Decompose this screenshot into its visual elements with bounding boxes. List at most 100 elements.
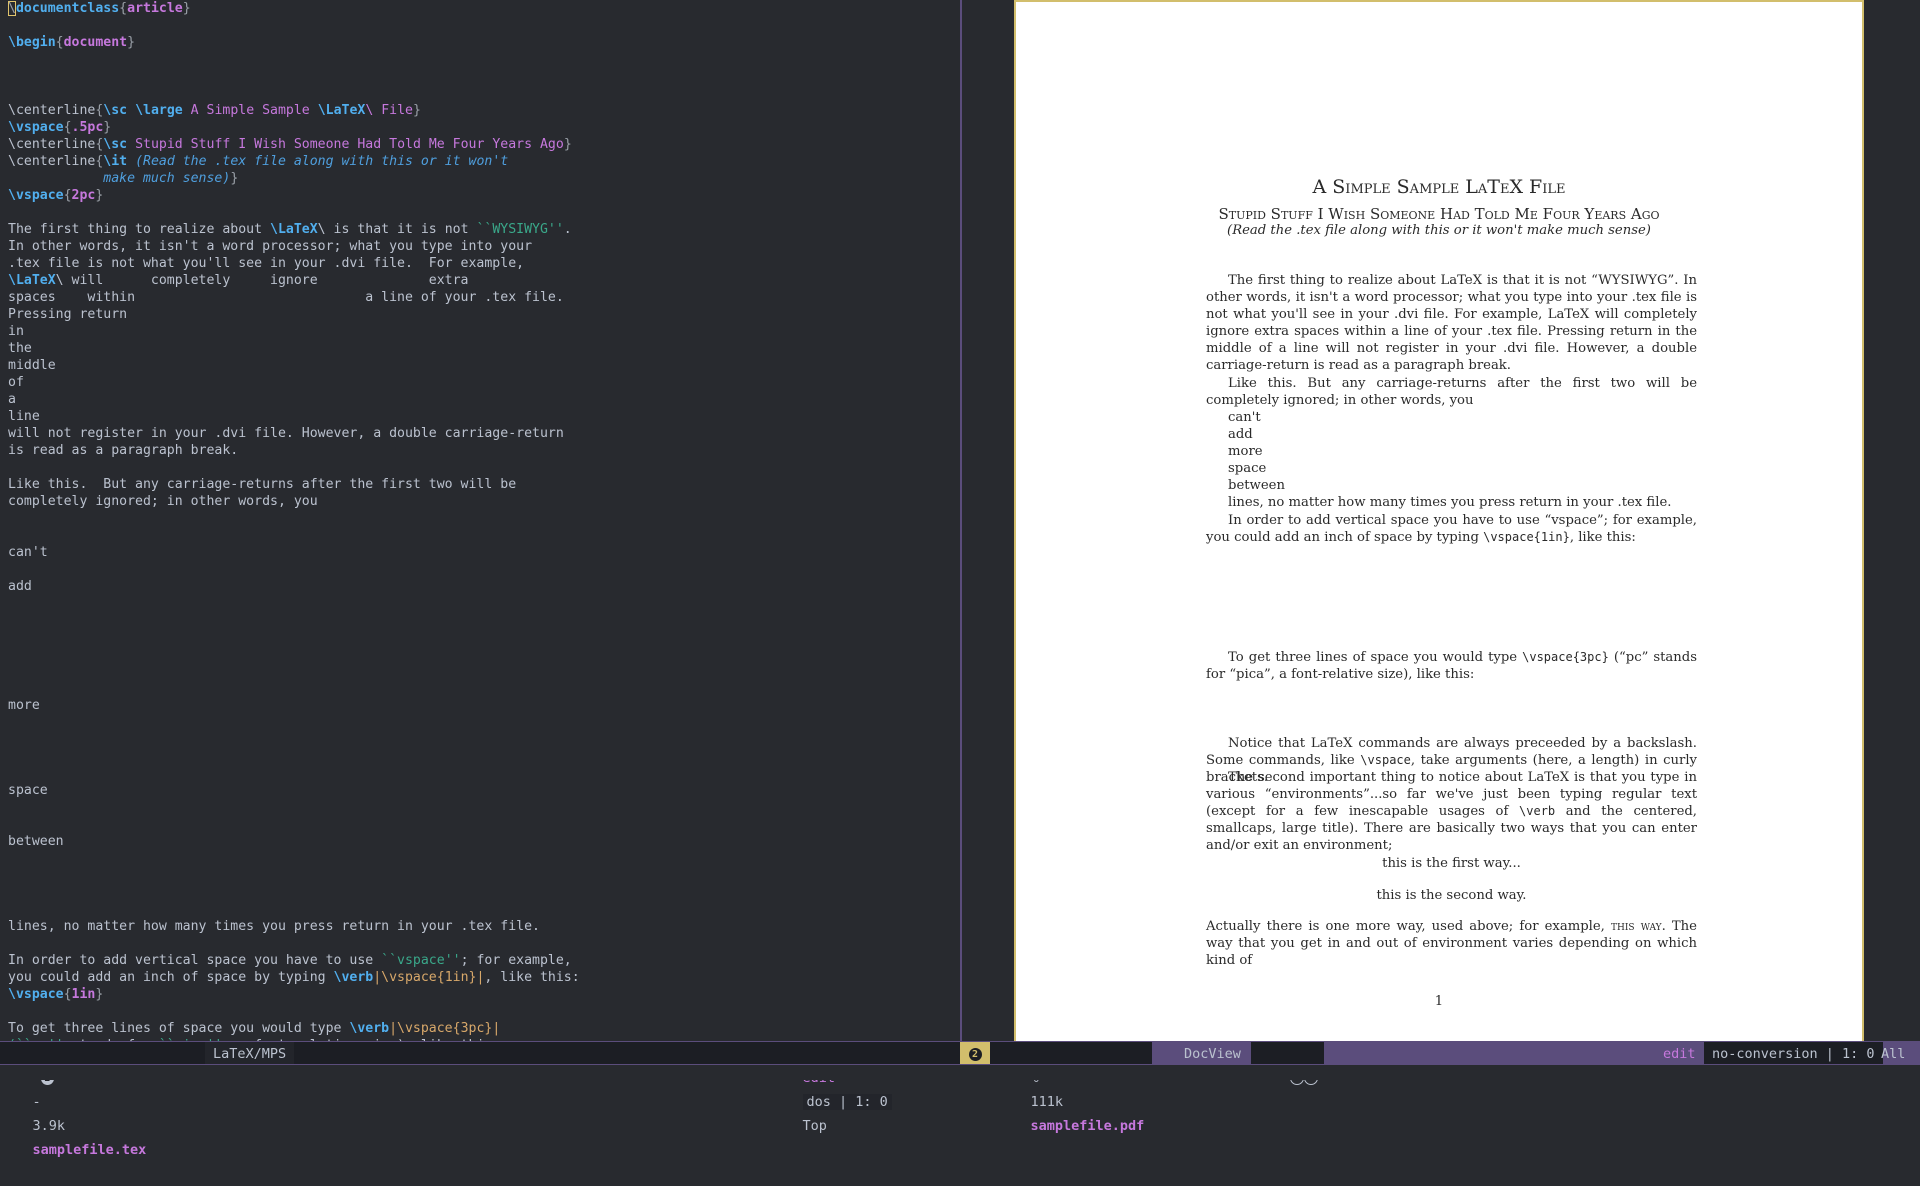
source-line[interactable] xyxy=(8,901,958,918)
buffer-name[interactable]: samplefile.tex xyxy=(33,1142,147,1158)
source-line[interactable] xyxy=(8,17,958,34)
source-line[interactable] xyxy=(8,204,958,221)
source-line[interactable] xyxy=(8,816,958,833)
source-line[interactable] xyxy=(8,646,958,663)
source-line[interactable]: \vspace{2pc} xyxy=(8,187,958,204)
source-line[interactable]: Pressing return xyxy=(8,306,958,323)
source-line[interactable]: To get three lines of space you would ty… xyxy=(8,1020,958,1037)
source-line[interactable]: more xyxy=(8,697,958,714)
text-cursor: \ xyxy=(8,1,16,16)
source-line[interactable]: \centerline{\it (Read the .tex file alon… xyxy=(8,153,958,170)
source-line[interactable]: Like this. But any carriage-returns afte… xyxy=(8,476,958,493)
right-modeline-buffer-info[interactable]: % 111k samplefile.pdf xyxy=(990,1042,1153,1134)
tex-editor-pane[interactable]: \documentclass{article} \begin{document}… xyxy=(0,0,960,1041)
source-line[interactable] xyxy=(8,731,958,748)
source-line[interactable]: \documentclass{article} xyxy=(8,0,958,17)
major-mode[interactable]: LaTeX/MPS xyxy=(205,1042,295,1064)
edit-state[interactable]: edit xyxy=(1663,1042,1696,1064)
token-brace: { xyxy=(63,188,72,203)
source-line[interactable]: in xyxy=(8,323,958,340)
source-line[interactable]: \LaTeX\ will completely ignore extra xyxy=(8,272,958,289)
source-line[interactable]: space xyxy=(8,782,958,799)
modified-indicator: - xyxy=(32,1094,41,1110)
source-line[interactable]: In order to add vertical space you have … xyxy=(8,952,958,969)
source-line[interactable] xyxy=(8,1003,958,1020)
source-line[interactable] xyxy=(8,612,958,629)
source-line[interactable]: \vspace{.5pc} xyxy=(8,119,958,136)
source-line[interactable] xyxy=(8,85,958,102)
source-line[interactable] xyxy=(8,765,958,782)
encoding-position[interactable]: no-conversion | 1: 0 xyxy=(1704,1042,1883,1064)
left-modeline-buffer-info[interactable]: 1 - 3.9k samplefile.tex xyxy=(0,1042,205,1158)
token-plain: in xyxy=(8,324,24,339)
source-line[interactable] xyxy=(8,68,958,85)
source-line[interactable] xyxy=(8,680,958,697)
source-line[interactable]: is read as a paragraph break. xyxy=(8,442,958,459)
source-line[interactable]: In other words, it isn't a word processo… xyxy=(8,238,958,255)
source-line[interactable] xyxy=(8,51,958,68)
source-line[interactable]: middle xyxy=(8,357,958,374)
source-line[interactable] xyxy=(8,799,958,816)
source-line[interactable] xyxy=(8,748,958,765)
source-line[interactable] xyxy=(8,510,958,527)
source-line[interactable]: you could add an inch of space by typing… xyxy=(8,969,958,986)
token-cmd: \LaTeX xyxy=(317,103,366,118)
source-line[interactable] xyxy=(8,459,958,476)
source-line[interactable]: completely ignored; in other words, you xyxy=(8,493,958,510)
source-line[interactable] xyxy=(8,595,958,612)
source-line[interactable]: line xyxy=(8,408,958,425)
token-plain: \ is that it is not xyxy=(317,222,477,237)
source-line[interactable] xyxy=(8,714,958,731)
pdf-subtitle: Stupid Stuff I Wish Someone Had Told Me … xyxy=(1218,205,1660,223)
tex-source-buffer[interactable]: \documentclass{article} \begin{document}… xyxy=(8,0,958,1041)
pdf-list-line: more xyxy=(1228,444,1263,460)
source-line[interactable]: .tex file is not what you'll see in your… xyxy=(8,255,958,272)
token-plain: a xyxy=(8,392,16,407)
token-cmd: \begin xyxy=(8,35,56,50)
source-line[interactable] xyxy=(8,850,958,867)
token-plain: \centerline xyxy=(8,154,96,169)
source-line[interactable]: will not register in your .dvi file. How… xyxy=(8,425,958,442)
source-line[interactable] xyxy=(8,629,958,646)
buffer-name[interactable]: samplefile.pdf xyxy=(1031,1118,1145,1134)
source-line[interactable]: \centerline{\sc \large A Simple Sample \… xyxy=(8,102,958,119)
source-line[interactable]: The first thing to realize about \LaTeX\… xyxy=(8,221,958,238)
pdf-viewer-pane[interactable]: A Simple Sample LaTeX File Stupid Stuff … xyxy=(962,0,1920,1041)
token-plain: Pressing return xyxy=(8,307,128,322)
major-mode[interactable]: DocView xyxy=(1176,1042,1249,1064)
source-line[interactable] xyxy=(8,663,958,680)
token-plain: middle xyxy=(8,358,56,373)
token-plain: spaces within a line of your .tex file. xyxy=(8,290,564,305)
source-line[interactable]: \begin{document} xyxy=(8,34,958,51)
source-line[interactable] xyxy=(8,935,958,952)
source-line[interactable]: \vspace{1in} xyxy=(8,986,958,1003)
token-arg-plain: Stupid Stuff I Wish Someone Had Told Me … xyxy=(127,137,564,152)
source-line[interactable]: can't xyxy=(8,544,958,561)
pdf-list-line: lines, no matter how many times you pres… xyxy=(1228,495,1672,511)
source-line[interactable]: spaces within a line of your .tex file. xyxy=(8,289,958,306)
source-line[interactable]: \centerline{\sc Stupid Stuff I Wish Some… xyxy=(8,136,958,153)
source-line[interactable]: add xyxy=(8,578,958,595)
source-line[interactable] xyxy=(8,867,958,884)
source-line[interactable] xyxy=(8,884,958,901)
token-plain: , like this: xyxy=(484,970,580,985)
source-line[interactable] xyxy=(8,527,958,544)
encoding-position[interactable]: dos | 1: 0 xyxy=(802,1094,892,1110)
source-line[interactable]: lines, no matter how many times you pres… xyxy=(8,918,958,935)
token-cmd: \sc xyxy=(103,103,128,118)
minor-modes[interactable]: YK xyxy=(1251,1042,1324,1085)
token-plain: .tex file is not what you'll see in your… xyxy=(8,256,525,271)
source-line[interactable]: a xyxy=(8,391,958,408)
source-line[interactable] xyxy=(8,561,958,578)
token-brace: } xyxy=(103,120,112,135)
source-line[interactable]: make much sense)} xyxy=(8,170,958,187)
source-line[interactable]: the xyxy=(8,340,958,357)
source-line[interactable]: between xyxy=(8,833,958,850)
pdf-list: can't add more space between lines, no m… xyxy=(1206,409,1697,512)
token-arg: .5pc xyxy=(71,120,104,135)
buffer-position: Top xyxy=(802,1118,827,1134)
source-line[interactable]: of xyxy=(8,374,958,391)
minibuffer[interactable] xyxy=(0,1065,1920,1080)
token-cmd: \LaTeX xyxy=(8,273,56,288)
